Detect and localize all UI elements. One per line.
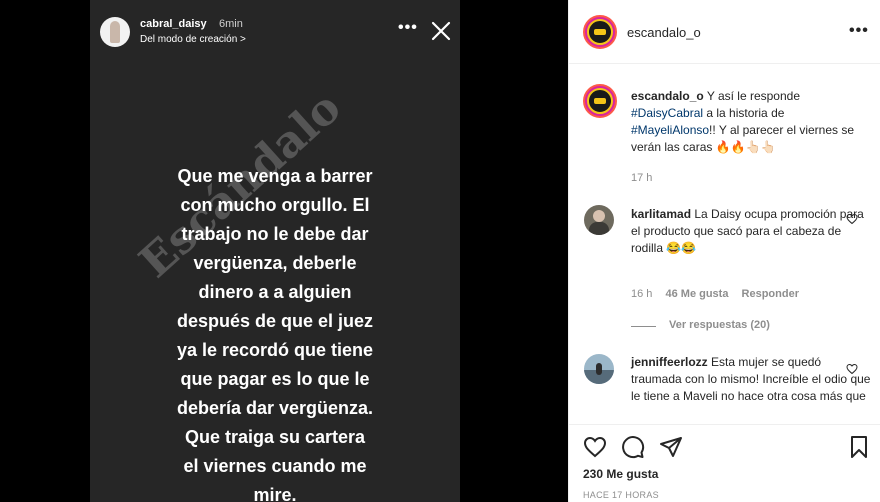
story-text-line: mire. — [253, 485, 297, 502]
story-text-line: ya le recordó que tiene — [176, 340, 374, 360]
post-media: cabral_daisy 6min Del modo de creación >… — [0, 0, 568, 502]
likes-count[interactable]: 230 Me gusta — [583, 467, 658, 481]
post-timestamp: HACE 17 HORAS — [583, 490, 659, 500]
story-text: Que me venga a barrer con mucho orgullo.… — [100, 162, 450, 502]
comment-avatar[interactable] — [584, 205, 614, 235]
post-author-avatar[interactable] — [583, 15, 617, 49]
comment-username[interactable]: karlitamad — [631, 207, 691, 221]
comment-time: 16 h — [631, 288, 653, 300]
story-avatar — [100, 17, 130, 47]
comments-section: escandalo_o Y así le responde #DaisyCabr… — [569, 64, 880, 420]
caption-text: Y así le responde — [703, 89, 800, 103]
story-more-icon: ••• — [398, 19, 418, 36]
hashtag-link[interactable]: #MayeliAlonso — [631, 123, 709, 137]
story-time: 6min — [219, 18, 243, 30]
comment-text: karlitamad La Daisy ocupa promoción para… — [631, 206, 871, 257]
caption-text: a la historia de — [703, 106, 785, 120]
story-text-line: debería dar vergüenza. — [176, 398, 374, 418]
post-panel: escandalo_o ••• escandalo_o Y así le res… — [568, 0, 880, 502]
story-text-line: Que me venga a barrer — [177, 166, 373, 186]
view-replies-button[interactable]: Ver respuestas (20) — [669, 319, 770, 331]
post-caption: escandalo_o Y así le responde #DaisyCabr… — [631, 88, 871, 156]
story-text-line: después de que el juez — [176, 311, 374, 331]
comment-avatar[interactable] — [584, 354, 614, 384]
caption-author-avatar[interactable] — [583, 84, 617, 118]
more-options-icon[interactable]: ••• — [849, 22, 869, 40]
comment-like-icon[interactable] — [846, 213, 858, 225]
heart-icon[interactable] — [583, 435, 607, 459]
story-username: cabral_daisy — [140, 18, 207, 30]
story-text-line: el viernes cuando me — [183, 456, 367, 476]
story-header: cabral_daisy 6min Del modo de creación >… — [90, 0, 460, 60]
comment-like-icon[interactable] — [846, 363, 858, 375]
caption-time: 17 h — [631, 172, 653, 184]
caption-username[interactable]: escandalo_o — [631, 89, 704, 103]
story-text-line: con mucho orgullo. El — [180, 195, 370, 215]
story-text-line: trabajo no le debe dar — [181, 224, 369, 244]
story-text-line: dinero a a alguien — [198, 282, 352, 302]
comment-username[interactable]: jenniffeerlozz — [631, 355, 708, 369]
hashtag-link[interactable]: #DaisyCabral — [631, 106, 703, 120]
story-text-line: que pagar es lo que le — [180, 369, 370, 389]
reply-button[interactable]: Responder — [742, 288, 799, 300]
story-text-line: Que traiga su cartera — [184, 427, 366, 447]
story-text-line: vergüenza, deberle — [193, 253, 357, 273]
replies-divider — [631, 326, 656, 327]
share-icon[interactable] — [659, 435, 683, 459]
story-screenshot: cabral_daisy 6min Del modo de creación >… — [90, 0, 460, 502]
comment-icon[interactable] — [621, 435, 645, 459]
bookmark-icon[interactable] — [847, 435, 871, 459]
story-source: Del modo de creación > — [140, 34, 246, 45]
post-header: escandalo_o ••• — [569, 0, 880, 64]
close-icon — [431, 21, 451, 41]
action-bar — [569, 424, 880, 464]
comment-text: jenniffeerlozz Esta mujer se quedó traum… — [631, 354, 871, 405]
post-author-username[interactable]: escandalo_o — [627, 25, 701, 40]
comment-likes[interactable]: 46 Me gusta — [665, 288, 728, 300]
comment-meta: 16 h 46 Me gusta Responder — [631, 288, 799, 300]
